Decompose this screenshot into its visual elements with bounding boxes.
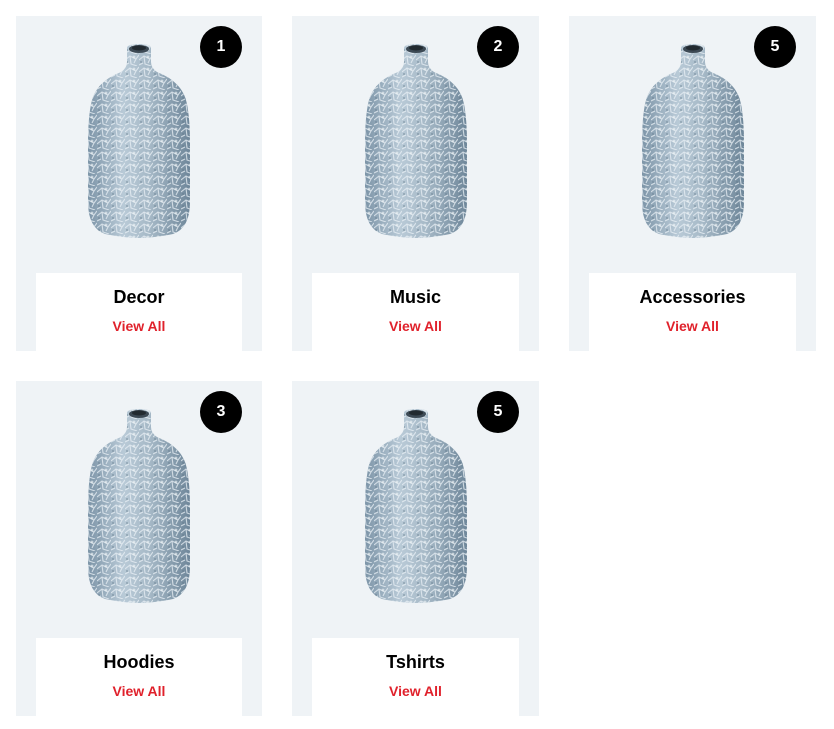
category-card-tshirts[interactable]: 5 Tshirts View All [292, 381, 539, 716]
vase-image [83, 42, 195, 238]
category-card-hoodies[interactable]: 3 Hoodies View All [16, 381, 262, 716]
category-card-music[interactable]: 2 Music View All [292, 16, 539, 351]
category-image[interactable] [569, 42, 816, 238]
category-image[interactable] [292, 42, 539, 238]
view-all-link[interactable]: View All [389, 318, 442, 334]
category-image[interactable] [16, 407, 262, 603]
category-info: Music View All [312, 273, 519, 351]
category-title: Decor [113, 287, 165, 307]
vase-image [360, 42, 472, 238]
category-info: Hoodies View All [36, 638, 242, 716]
category-title: Accessories [639, 287, 746, 307]
view-all-link[interactable]: View All [113, 683, 166, 699]
category-title: Music [389, 287, 441, 307]
vase-image [360, 407, 472, 603]
category-image[interactable] [16, 42, 262, 238]
category-image[interactable] [292, 407, 539, 603]
category-info: Tshirts View All [312, 638, 519, 716]
category-title: Hoodies [103, 652, 175, 672]
category-title: Tshirts [386, 652, 445, 672]
category-info: Decor View All [36, 273, 242, 351]
view-all-link[interactable]: View All [666, 318, 719, 334]
view-all-link[interactable]: View All [113, 318, 166, 334]
category-grid: 1 Decor View All 2 Music View All 5 Acce… [16, 16, 816, 716]
category-info: Accessories View All [589, 273, 796, 351]
category-card-accessories[interactable]: 5 Accessories View All [569, 16, 816, 351]
view-all-link[interactable]: View All [389, 683, 442, 699]
category-card-decor[interactable]: 1 Decor View All [16, 16, 262, 351]
vase-image [637, 42, 749, 238]
vase-image [83, 407, 195, 603]
